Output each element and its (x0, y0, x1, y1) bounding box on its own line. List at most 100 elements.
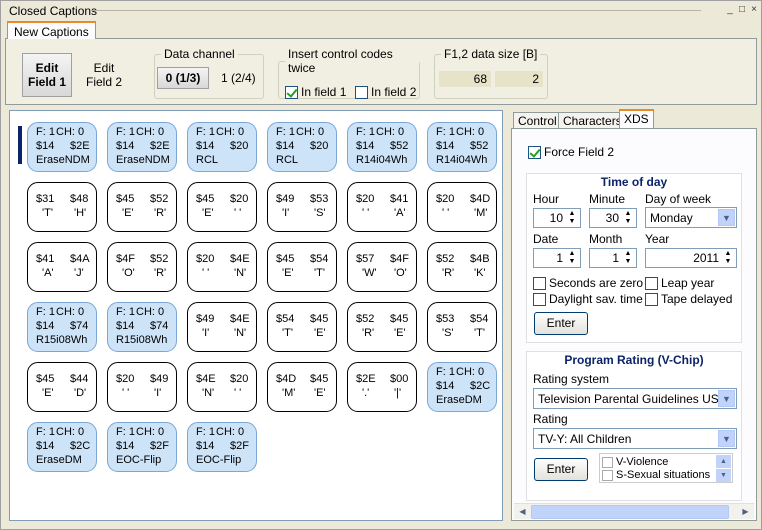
caption-cell[interactable]: $52 $45 'R' 'E' (347, 302, 417, 352)
cell-command: R14i04Wh (356, 154, 408, 166)
caption-cell[interactable]: $41 $4A 'A' 'J' (27, 242, 97, 292)
minute-label: Minute (589, 192, 626, 206)
caption-cell[interactable]: $57 $4F 'W' 'O' (347, 242, 417, 292)
chevron-down-icon[interactable]: ▼ (718, 430, 735, 447)
scroll-right-icon[interactable]: ▶ (738, 505, 753, 519)
minute-spinner[interactable]: 30 ▲ ▼ (589, 208, 637, 228)
program-rating-group: Program Rating (V-Chip) Rating system Te… (526, 351, 742, 501)
tape-delayed-checkbox[interactable]: Tape delayed (645, 292, 732, 307)
edit-field1-button[interactable]: Edit Field 1 (22, 53, 72, 97)
closed-captions-window: Closed Captions _ □ × New Captions Edit … (0, 0, 762, 530)
date-spinner[interactable]: 1 ▲ ▼ (533, 248, 581, 268)
time-of-day-title: Time of day (600, 175, 668, 189)
sexual-situations-checkbox[interactable]: S-Sexual situations (602, 469, 710, 481)
caption-cell[interactable]: $45 $52 'E' 'R' (107, 182, 177, 232)
tab-new-captions[interactable]: New Captions (7, 21, 96, 40)
caption-cell[interactable]: $53 $54 'S' 'T' (427, 302, 497, 352)
title-bar: Closed Captions _ □ × (1, 1, 761, 19)
scroll-down-icon[interactable]: ▼ (716, 469, 731, 482)
time-enter-button[interactable]: Enter (534, 312, 588, 335)
cell-command: EraseDM (436, 394, 482, 406)
caption-cell[interactable]: $4F $52 'O' 'R' (107, 242, 177, 292)
checkbox-unchecked-icon (602, 469, 613, 481)
caption-cell[interactable]: $2E $00 '.' '|' (347, 362, 417, 412)
caption-cell[interactable]: $20 $4E ' ' 'N' (187, 242, 257, 292)
caption-cell[interactable]: F: 1 CH: 0 $14 $2F EOC-Flip (107, 422, 177, 472)
caption-cell[interactable]: $49 $4E 'I' 'N' (187, 302, 257, 352)
maximize-button[interactable]: □ (737, 5, 747, 15)
caption-cell[interactable]: $52 $4B 'R' 'K' (427, 242, 497, 292)
scroll-left-icon[interactable]: ◀ (515, 505, 530, 519)
caption-cell[interactable]: $20 $4D ' ' 'M' (427, 182, 497, 232)
channel-0-button[interactable]: 0 (1/3) (157, 67, 209, 89)
channel-1-option[interactable]: 1 (2/4) (221, 71, 256, 85)
violence-checkbox[interactable]: V-Violence (602, 456, 668, 468)
caption-cell[interactable]: $45 $44 'E' 'D' (27, 362, 97, 412)
content-descriptor-list[interactable]: V-Violence S-Sexual situations ▲ ▼ (599, 453, 733, 483)
rating-select[interactable]: TV-Y: All Children ▼ (533, 428, 737, 449)
caption-cell[interactable]: $20 $49 ' ' 'I' (107, 362, 177, 412)
caption-cell[interactable]: F: 1 CH: 0 $14 $2E EraseNDM (107, 122, 177, 172)
caption-cell[interactable]: F: 1 CH: 0 $14 $74 R15i08Wh (27, 302, 97, 352)
in-field1-checkbox[interactable]: In field 1 (285, 85, 346, 100)
chevron-down-icon[interactable]: ▼ (718, 390, 735, 407)
caption-cell[interactable]: $45 $54 'E' 'T' (267, 242, 337, 292)
rating-enter-button[interactable]: Enter (534, 458, 588, 481)
checkbox-unchecked-icon (645, 293, 658, 307)
minimize-button[interactable]: _ (725, 5, 735, 15)
caption-code-grid: F: 1 CH: 0 $14 $2E EraseNDM F: 1 CH: 0 $14 $2E Er… (9, 110, 503, 521)
year-spinner[interactable]: 2011 ▲ ▼ (645, 248, 737, 268)
toolbar-panel: Edit Field 1 Edit Field 2 Data channel 0… (5, 39, 757, 105)
horizontal-scrollbar[interactable]: ◀ ▶ (514, 503, 754, 519)
caption-cell[interactable]: F: 1 CH: 0 $14 $2C EraseDM (27, 422, 97, 472)
spin-arrows-icon[interactable]: ▲ ▼ (721, 250, 735, 266)
caption-cell[interactable]: $49 $53 'I' 'S' (267, 182, 337, 232)
caption-cell[interactable]: F: 1 CH: 0 $14 $52 R14i04Wh (427, 122, 497, 172)
tab-xds[interactable]: XDS (619, 109, 654, 129)
caption-cell[interactable]: $4D $45 'M' 'E' (267, 362, 337, 412)
right-tabs: Control Characters XDS (511, 109, 757, 129)
edit-field2-button[interactable]: Edit Field 2 (84, 61, 124, 89)
hour-spinner[interactable]: 10 ▲ ▼ (533, 208, 581, 228)
tab-characters[interactable]: Characters (558, 112, 627, 129)
caption-cell[interactable]: F: 1 CH: 0 $14 $2C EraseDM (427, 362, 497, 412)
caption-cell[interactable]: $31 $48 'T' 'H' (27, 182, 97, 232)
cell-command: EOC-Flip (116, 454, 162, 466)
caption-cell[interactable]: $54 $45 'T' 'E' (267, 302, 337, 352)
tab-control[interactable]: Control (513, 112, 562, 129)
xds-panel: Force Field 2 Time of day Hour Minute Da… (511, 128, 757, 521)
in-field2-checkbox[interactable]: In field 2 (355, 85, 416, 100)
caption-cell[interactable]: F: 1 CH: 0 $14 $20 RCL (267, 122, 337, 172)
caption-cell[interactable]: F: 1 CH: 0 $14 $20 RCL (187, 122, 257, 172)
cursor-marker (18, 126, 22, 164)
cell-command: R15i08Wh (116, 334, 168, 346)
close-button[interactable]: × (749, 5, 759, 15)
spin-arrows-icon[interactable]: ▲ ▼ (565, 210, 579, 226)
scroll-up-icon[interactable]: ▲ (716, 455, 731, 468)
leap-year-checkbox[interactable]: Leap year (645, 276, 714, 291)
insert-twice-legend: Insert control codes twice (288, 47, 393, 75)
day-of-week-select[interactable]: Monday ▼ (645, 207, 737, 228)
seconds-zero-checkbox[interactable]: Seconds are zero (533, 276, 643, 291)
month-spinner[interactable]: 1 ▲ ▼ (589, 248, 637, 268)
checkbox-unchecked-icon (602, 456, 613, 468)
time-of-day-group: Time of day Hour Minute Day of week 10 ▲ ▼… (526, 173, 742, 343)
caption-cell[interactable]: F: 1 CH: 0 $14 $52 R14i04Wh (347, 122, 417, 172)
scrollbar-thumb[interactable] (531, 505, 729, 519)
spin-arrows-icon[interactable]: ▲ ▼ (565, 250, 579, 266)
day-of-week-label: Day of week (645, 192, 712, 206)
caption-cell[interactable]: $20 $41 ' ' 'A' (347, 182, 417, 232)
caption-cell[interactable]: F: 1 CH: 0 $14 $2F EOC-Flip (187, 422, 257, 472)
chevron-down-icon[interactable]: ▼ (718, 209, 735, 226)
force-field2-checkbox[interactable]: Force Field 2 (528, 145, 614, 160)
caption-cell[interactable]: $4E $20 'N' ' ' (187, 362, 257, 412)
caption-cell[interactable]: $45 $20 'E' ' ' (187, 182, 257, 232)
caption-cell[interactable]: F: 1 CH: 0 $14 $74 R15i08Wh (107, 302, 177, 352)
cell-command: EOC-Flip (196, 454, 242, 466)
caption-cell[interactable]: F: 1 CH: 0 $14 $2E EraseNDM (27, 122, 97, 172)
daylight-saving-checkbox[interactable]: Daylight sav. time (533, 292, 643, 307)
spin-arrows-icon[interactable]: ▲ ▼ (621, 250, 635, 266)
insert-twice-group: Insert control codes twice In field 1 In… (278, 47, 420, 100)
rating-system-select[interactable]: Television Parental Guidelines US TV ▼ (533, 388, 737, 409)
spin-arrows-icon[interactable]: ▲ ▼ (621, 210, 635, 226)
